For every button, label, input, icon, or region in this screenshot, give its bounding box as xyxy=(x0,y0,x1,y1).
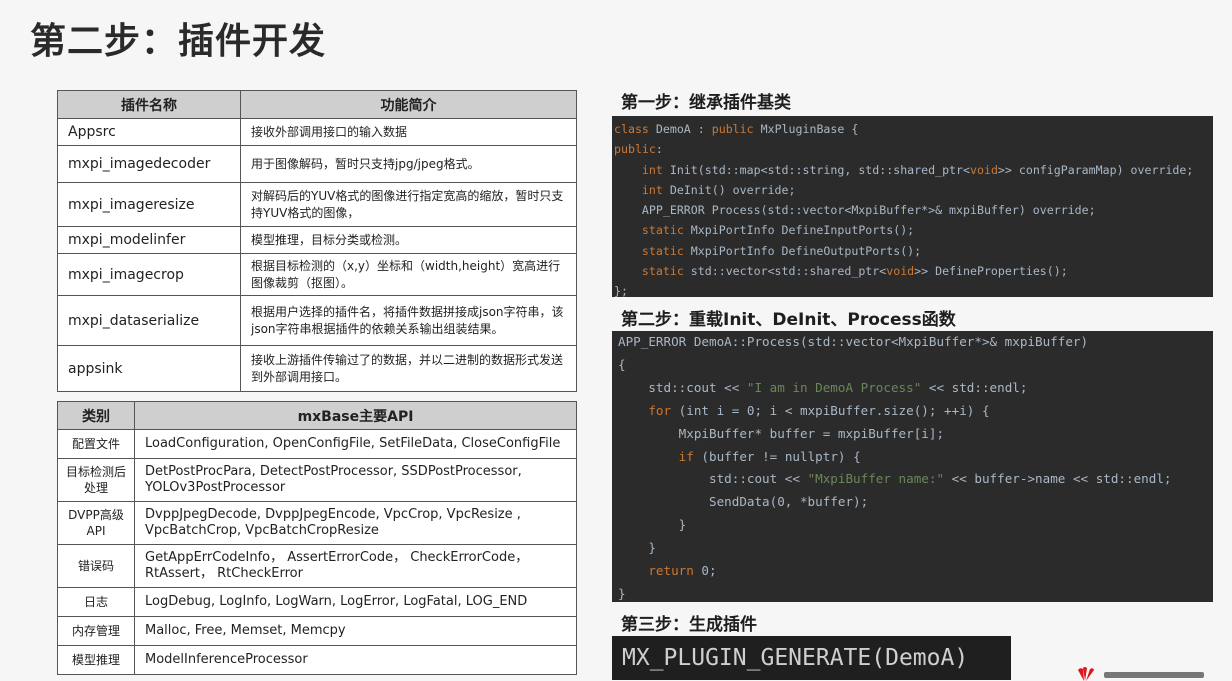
huawei-logo-icon xyxy=(1078,667,1204,681)
plugin-table-row: mxpi_imagedecoder 用于图像解码，暂时只支持jpg/jpeg格式。 xyxy=(57,145,577,183)
api-list-cell: LoadConfiguration, OpenConfigFile, SetFi… xyxy=(134,429,577,459)
plugin-table-row: Appsrc 接收外部调用接口的输入数据 xyxy=(57,118,577,146)
plugin-name-cell: appsink xyxy=(57,345,241,392)
step3-title: 第三步：生成插件 xyxy=(621,615,757,635)
code-line: for (int i = 0; i < mxpiBuffer.size(); +… xyxy=(618,402,990,418)
code-line: if (buffer != nullptr) { xyxy=(618,448,861,464)
api-table-row: 目标检测后处理 DetPostProcPara, DetectPostProces… xyxy=(57,458,577,502)
code-line: int Init(std::map<std::string, std::shar… xyxy=(614,162,1194,177)
api-table-row: 模型推理 ModelInferenceProcessor xyxy=(57,645,577,675)
api-table-row: 错误码 GetAppErrCodeInfo， AssertErrorCode， C… xyxy=(57,544,577,588)
code-line: class DemoA : public MxPluginBase { xyxy=(614,122,859,136)
plugin-name-cell: mxpi_modelinfer xyxy=(57,226,241,254)
step1-code-block: class DemoA : public MxPluginBase { publi… xyxy=(612,116,1213,297)
api-category-cell: DVPP高级API xyxy=(57,501,135,545)
api-list-cell: Malloc, Free, Memset, Memcpy xyxy=(134,616,577,646)
code-line: } xyxy=(618,540,656,556)
plugin-table-row: mxpi_imageresize 对解码后的YUV格式的图像进行指定宽高的缩放，暂… xyxy=(57,182,577,227)
code-line: static MxpiPortInfo DefineOutputPorts(); xyxy=(614,243,922,258)
code-line: } xyxy=(618,585,626,601)
code-line: return 0; xyxy=(618,563,717,579)
plugin-desc-cell: 接收上游插件传输过了的数据，并以二进制的数据形式发送到外部调用接口。 xyxy=(240,345,577,392)
api-category-cell: 配置文件 xyxy=(57,429,135,459)
plugin-table-row: appsink 接收上游插件传输过了的数据，并以二进制的数据形式发送到外部调用接口… xyxy=(57,345,577,392)
api-list-cell: ModelInferenceProcessor xyxy=(134,645,577,675)
header-plugin-name: 插件名称 xyxy=(57,90,241,119)
api-list-cell: GetAppErrCodeInfo， AssertErrorCode， Chec… xyxy=(134,544,577,588)
plugin-name-cell: mxpi_imagedecoder xyxy=(57,145,241,183)
plugin-desc-cell: 根据用户选择的插件名，将插件数据拼接成json字符串，该json字符串根据插件的… xyxy=(240,295,577,346)
plugin-name-cell: mxpi_imagecrop xyxy=(57,253,241,296)
step1-title: 第一步：继承插件基类 xyxy=(621,93,791,113)
api-list-cell: DetPostProcPara, DetectPostProcessor, SS… xyxy=(134,458,577,502)
api-table-row: 配置文件 LoadConfiguration, OpenConfigFile, S… xyxy=(57,429,577,459)
plugin-table: 插件名称 功能简介 Appsrc 接收外部调用接口的输入数据 mxpi_imaged… xyxy=(57,90,577,392)
header-function-desc: 功能简介 xyxy=(240,90,577,119)
api-category-cell: 目标检测后处理 xyxy=(57,458,135,502)
api-table-header: 类别 mxBase主要API xyxy=(57,401,577,430)
code-line: SendData(0, *buffer); xyxy=(618,494,869,510)
page-title: 第二步：插件开发 xyxy=(30,21,327,62)
plugin-desc-cell: 用于图像解码，暂时只支持jpg/jpeg格式。 xyxy=(240,145,577,183)
api-table-row: 内存管理 Malloc, Free, Memset, Memcpy xyxy=(57,616,577,646)
api-category-cell: 日志 xyxy=(57,587,135,617)
api-category-cell: 内存管理 xyxy=(57,616,135,646)
code-line: static std::vector<std::shared_ptr<void>… xyxy=(614,264,1068,279)
plugin-name-cell: mxpi_dataserialize xyxy=(57,295,241,346)
plugin-name-cell: mxpi_imageresize xyxy=(57,182,241,227)
plugin-name-cell: Appsrc xyxy=(57,118,241,146)
api-list-cell: LogDebug, LogInfo, LogWarn, LogError, Lo… xyxy=(134,587,577,617)
code-line: } xyxy=(618,517,687,533)
api-table: 类别 mxBase主要API 配置文件 LoadConfiguration, Op… xyxy=(57,401,577,675)
code-line: public: xyxy=(614,142,663,157)
step3-code-block: MX_PLUGIN_GENERATE(DemoA) xyxy=(612,636,1011,680)
plugin-desc-cell: 接收外部调用接口的输入数据 xyxy=(240,118,577,146)
api-category-cell: 错误码 xyxy=(57,544,135,588)
plugin-desc-cell: 模型推理，目标分类或检测。 xyxy=(240,226,577,254)
code-line: std::cout << "MxpiBuffer name:" << buffe… xyxy=(618,471,1172,487)
header-category: 类别 xyxy=(57,401,135,430)
code-line: APP_ERROR DemoA::Process(std::vector<Mxp… xyxy=(618,334,1089,349)
api-table-row: 日志 LogDebug, LogInfo, LogWarn, LogError, … xyxy=(57,587,577,617)
code-line: }; xyxy=(614,284,628,297)
step2-title: 第二步：重载Init、DeInit、Process函数 xyxy=(621,310,956,330)
plugin-table-row: mxpi_modelinfer 模型推理，目标分类或检测。 xyxy=(57,226,577,254)
api-category-cell: 模型推理 xyxy=(57,645,135,675)
code-line: static MxpiPortInfo DefineInputPorts(); xyxy=(614,223,915,238)
code-line: { xyxy=(618,356,626,372)
header-api: mxBase主要API xyxy=(134,401,577,430)
code-line: std::cout << "I am in DemoA Process" << … xyxy=(618,379,1028,395)
plugin-desc-cell: 根据目标检测的（x,y）坐标和（width,height）宽高进行图像裁剪（抠图… xyxy=(240,253,577,296)
plugin-table-row: mxpi_dataserialize 根据用户选择的插件名，将插件数据拼接成jso… xyxy=(57,295,577,346)
step2-code-block: APP_ERROR DemoA::Process(std::vector<Mxp… xyxy=(612,331,1213,602)
code-line: MxpiBuffer* buffer = mxpiBuffer[i]; xyxy=(618,425,945,441)
api-table-row: DVPP高级API DvppJpegDecode, DvppJpegEncode,… xyxy=(57,501,577,545)
code-line: int DeInit() override; xyxy=(614,182,796,197)
code-line: APP_ERROR Process(std::vector<MxpiBuffer… xyxy=(614,203,1096,218)
api-list-cell: DvppJpegDecode, DvppJpegEncode, VpcCrop,… xyxy=(134,501,577,545)
plugin-desc-cell: 对解码后的YUV格式的图像进行指定宽高的缩放，暂时只支持YUV格式的图像， xyxy=(240,182,577,227)
plugin-table-header: 插件名称 功能简介 xyxy=(57,90,577,119)
plugin-table-row: mxpi_imagecrop 根据目标检测的（x,y）坐标和（width,heig… xyxy=(57,253,577,296)
